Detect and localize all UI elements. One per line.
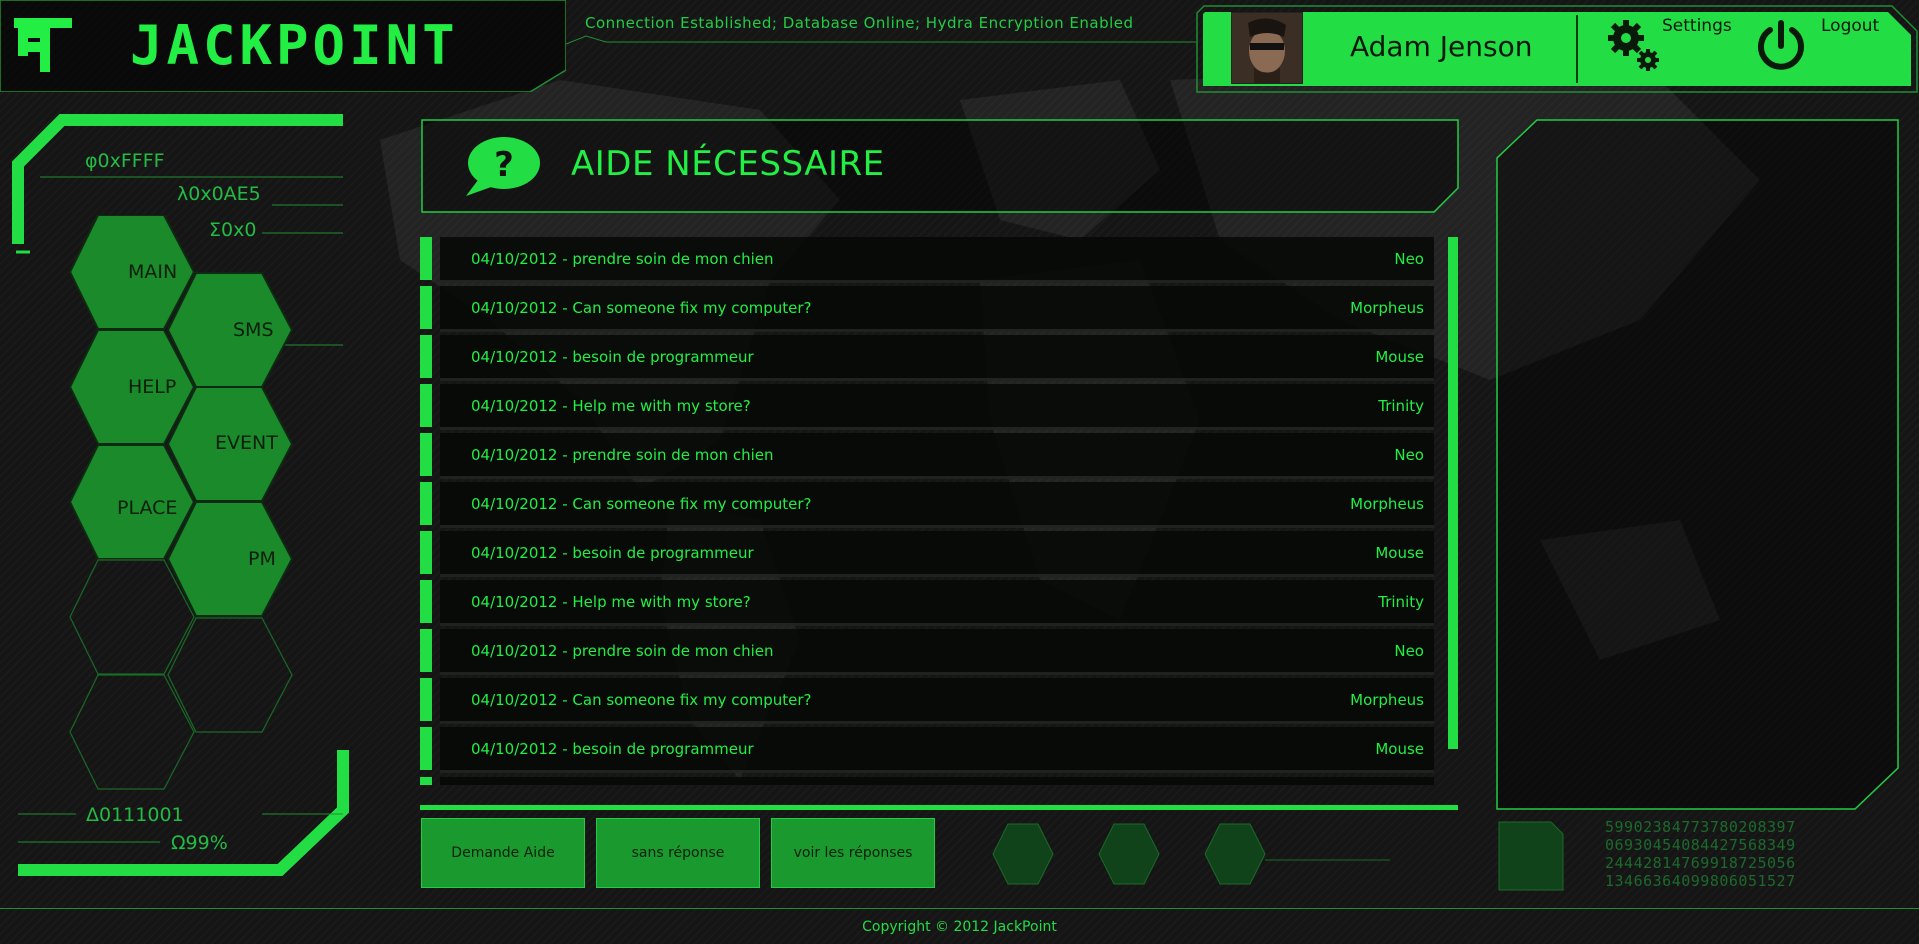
user-bar [1196, 5, 1918, 93]
code-readout-4: Δ0111001 [86, 804, 184, 826]
row-body[interactable]: 04/10/2012 - besoin de programmeur Mouse [440, 727, 1434, 773]
row-body[interactable]: 04/10/2012 - Can someone fix my computer… [440, 678, 1434, 724]
request-author[interactable]: Mouse [1375, 348, 1424, 366]
nav-main[interactable]: MAIN [128, 261, 177, 283]
nav-help[interactable]: HELP [128, 376, 176, 398]
request-title[interactable]: 04/10/2012 - prendre soin de mon chien [471, 642, 774, 660]
request-author[interactable]: Trinity [1378, 593, 1424, 611]
brand-name[interactable]: JACKPOINT [130, 14, 459, 77]
status-underline [566, 35, 1196, 45]
digit-line-3: 24442814769918725056 [1605, 854, 1796, 872]
right-panel-frame [1496, 119, 1899, 810]
svg-text:?: ? [494, 145, 514, 185]
request-row[interactable]: 04/10/2012 - besoin de programmeur Mouse [420, 531, 1434, 577]
code-readout-1: φ0xFFFF [85, 150, 165, 172]
row-accent-bar [420, 433, 432, 476]
row-accent-bar [420, 678, 432, 721]
row-body[interactable]: 04/10/2012 - prendre soin de mon chien Ne… [440, 629, 1434, 675]
row-body[interactable]: 04/10/2012 - Can someone fix my computer… [440, 482, 1434, 528]
row-accent-bar [420, 335, 432, 378]
row-accent-bar [420, 237, 432, 280]
row-body[interactable]: 04/10/2012 - prendre soin de mon chien Ne… [440, 237, 1434, 283]
request-row[interactable]: 04/10/2012 - Can someone fix my computer… [420, 678, 1434, 724]
request-row[interactable]: 04/10/2012 - Help me with my store? Trini… [420, 384, 1434, 430]
row-body[interactable]: 04/10/2012 - Help me with my store? Trini… [440, 384, 1434, 430]
request-author[interactable]: Trinity [1378, 397, 1424, 415]
request-title[interactable]: 04/10/2012 - Help me with my store? [471, 397, 751, 415]
request-title[interactable]: 04/10/2012 - prendre soin de mon chien [471, 446, 774, 464]
row-body[interactable]: 04/10/2012 - besoin de programmeur Mouse [440, 531, 1434, 577]
request-title[interactable]: 04/10/2012 - besoin de programmeur [471, 544, 754, 562]
request-title[interactable]: 04/10/2012 - besoin de programmeur [471, 348, 754, 366]
avatar-face-icon [1232, 13, 1302, 83]
row-body[interactable]: 04/10/2012 - prendre soin de mon chien Ne… [440, 433, 1434, 479]
row-accent-bar [420, 580, 432, 623]
nav-pm[interactable]: PM [248, 548, 276, 570]
request-row[interactable]: 04/10/2012 - besoin de programmeur Mouse [420, 335, 1434, 381]
request-title[interactable]: 04/10/2012 - Help me with my store? [471, 593, 751, 611]
row-accent-bar [420, 482, 432, 525]
footer-divider [0, 908, 1919, 909]
decor-hex-row [992, 823, 1390, 885]
row-body[interactable]: 04/10/2012 - besoin de programmeur Mouse [440, 335, 1434, 381]
decor-pentagon [1498, 821, 1564, 891]
row-body[interactable]: 04/10/2012 - Can someone fix my computer… [440, 286, 1434, 332]
row-accent-bar [420, 727, 432, 770]
request-row[interactable]: 04/10/2012 - besoin de programmeur Mouse [420, 727, 1434, 773]
request-row[interactable]: 04/10/2012 - prendre soin de mon chien Ne… [420, 629, 1434, 675]
row-body[interactable]: 04/10/2012 - Help me with my store? Trini… [440, 580, 1434, 626]
digit-line-1: 59902384773780208397 [1605, 818, 1796, 836]
user-avatar[interactable] [1231, 12, 1303, 84]
demande-aide-button[interactable]: Demande Aide [421, 818, 585, 888]
row-accent-bar [420, 384, 432, 427]
list-bottom-strip [440, 777, 1434, 785]
request-title[interactable]: 04/10/2012 - Can someone fix my computer… [471, 691, 812, 709]
row-accent-bar [420, 286, 432, 329]
request-row[interactable]: 04/10/2012 - Can someone fix my computer… [420, 286, 1434, 332]
request-author[interactable]: Morpheus [1350, 299, 1424, 317]
list-separator [420, 805, 1458, 810]
request-row[interactable]: 04/10/2012 - Help me with my store? Trini… [420, 580, 1434, 626]
request-row[interactable]: 04/10/2012 - Can someone fix my computer… [420, 482, 1434, 528]
nav-event[interactable]: EVENT [215, 432, 278, 454]
list-scrollbar[interactable] [1448, 237, 1458, 749]
page-title: AIDE NÉCESSAIRE [571, 144, 885, 184]
request-author[interactable]: Morpheus [1350, 495, 1424, 513]
digit-stream: 59902384773780208397 0693045408442756834… [1605, 818, 1796, 890]
request-author[interactable]: Morpheus [1350, 691, 1424, 709]
request-title[interactable]: 04/10/2012 - Can someone fix my computer… [471, 299, 812, 317]
request-author[interactable]: Neo [1394, 446, 1424, 464]
power-icon[interactable] [1756, 20, 1806, 72]
hex-nav-grid [68, 215, 294, 790]
digit-line-2: 06930454084427568349 [1605, 836, 1796, 854]
row-accent-bar [420, 629, 432, 672]
nav-place[interactable]: PLACE [117, 497, 177, 519]
request-author[interactable]: Mouse [1375, 740, 1424, 758]
request-author[interactable]: Neo [1394, 642, 1424, 660]
request-title[interactable]: 04/10/2012 - besoin de programmeur [471, 740, 754, 758]
code-readout-5: Ω99% [171, 832, 228, 854]
row-accent-bar [420, 531, 432, 574]
user-name[interactable]: Adam Jenson [1350, 30, 1532, 63]
question-bubble-icon: ? [466, 137, 540, 196]
nav-sms[interactable]: SMS [233, 319, 274, 341]
request-author[interactable]: Neo [1394, 250, 1424, 268]
copyright: Copyright © 2012 JackPoint [862, 919, 1057, 935]
request-author[interactable]: Mouse [1375, 544, 1424, 562]
code-readout-2: λ0x0AE5 [177, 183, 261, 205]
voir-reponses-button[interactable]: voir les réponses [771, 818, 935, 888]
jackpoint-logo-icon [14, 18, 72, 72]
digit-line-4: 13466364099806051527 [1605, 872, 1796, 890]
settings-link[interactable]: Settings [1662, 16, 1732, 36]
sans-reponse-button[interactable]: sans réponse [596, 818, 760, 888]
request-title[interactable]: 04/10/2012 - prendre soin de mon chien [471, 250, 774, 268]
request-row[interactable]: 04/10/2012 - prendre soin de mon chien Ne… [420, 237, 1434, 283]
logout-link[interactable]: Logout [1821, 16, 1879, 36]
request-title[interactable]: 04/10/2012 - Can someone fix my computer… [471, 495, 812, 513]
settings-gear-icon[interactable] [1606, 18, 1664, 76]
request-row[interactable]: 04/10/2012 - prendre soin de mon chien Ne… [420, 433, 1434, 479]
list-bottom-bar [420, 777, 432, 785]
